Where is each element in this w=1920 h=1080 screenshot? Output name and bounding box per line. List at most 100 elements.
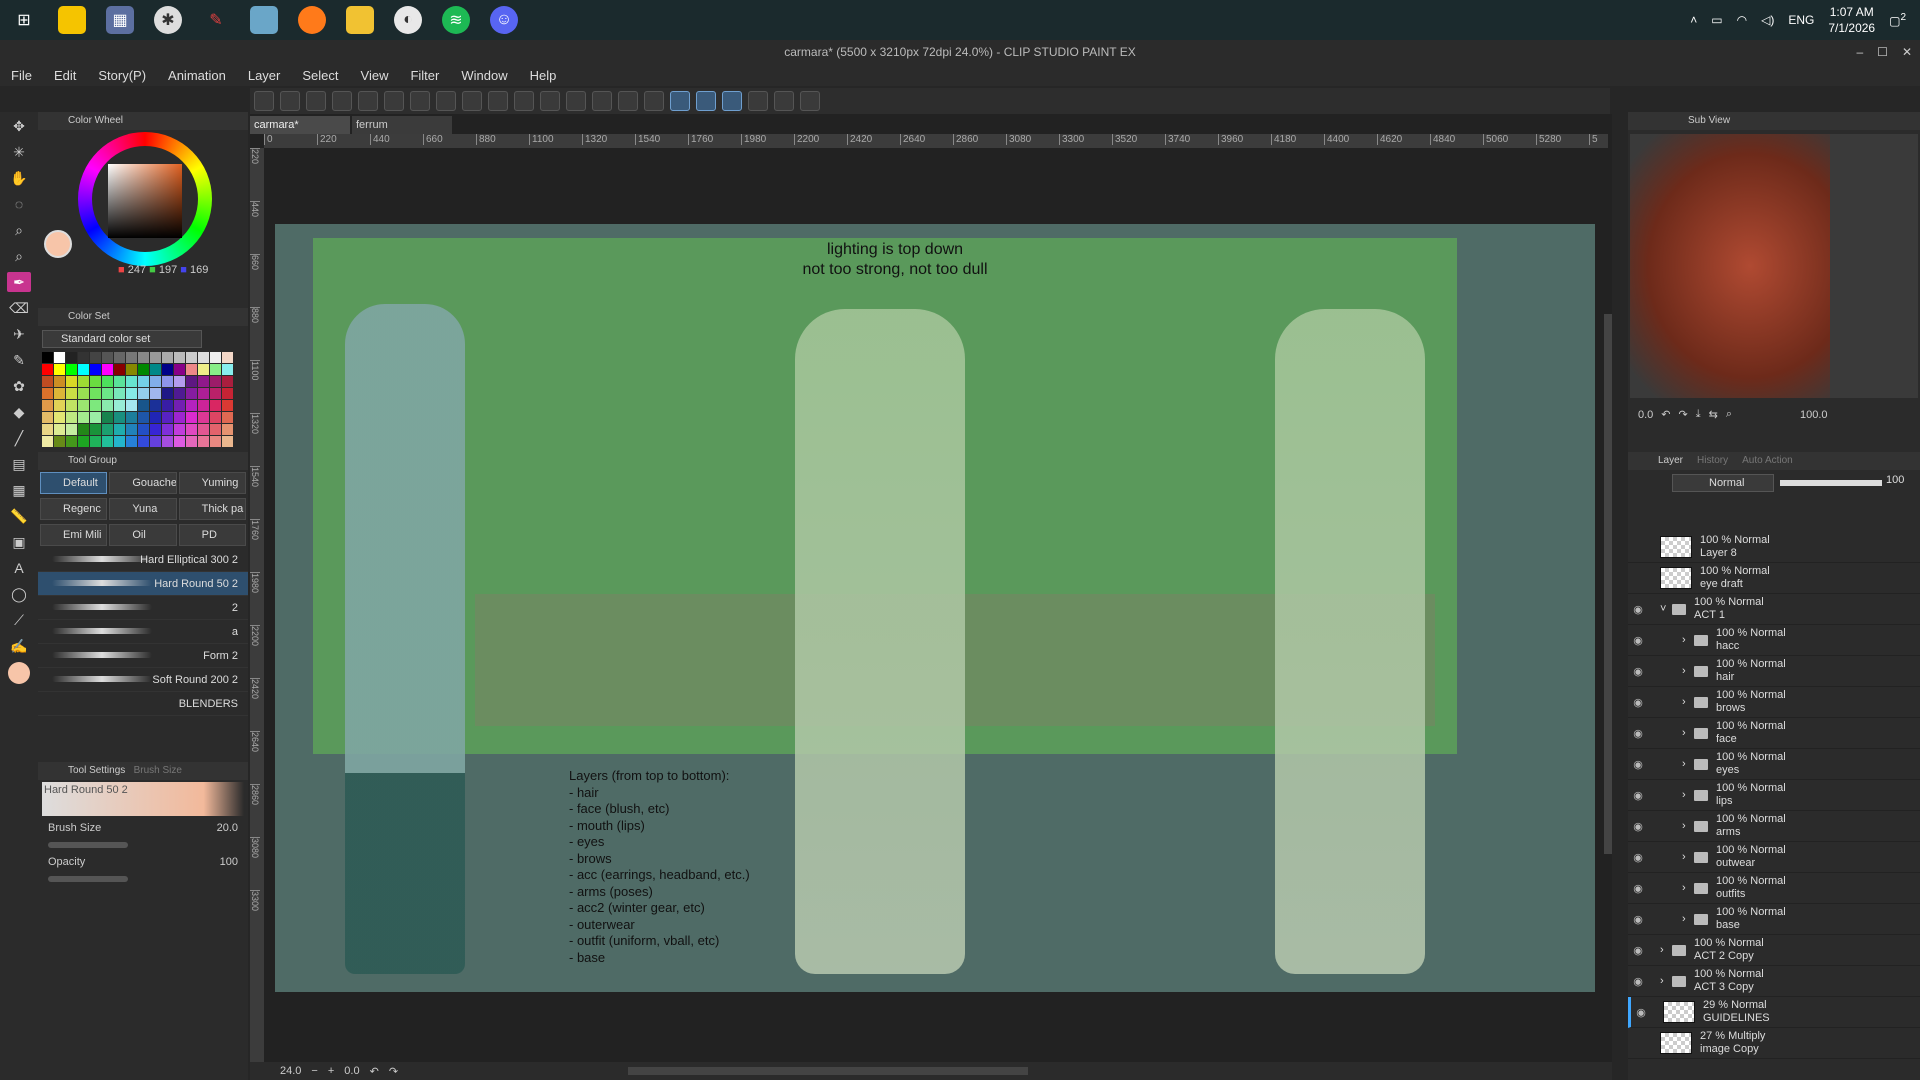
color-swatch[interactable]: [198, 388, 209, 399]
color-swatch[interactable]: [198, 364, 209, 375]
airbrush-icon[interactable]: ✈: [7, 324, 31, 344]
color-swatch[interactable]: [90, 388, 101, 399]
layer-row[interactable]: ◉ › 100 % Normal outwear: [1628, 842, 1920, 873]
color-swatch[interactable]: [66, 412, 77, 423]
decoration-icon[interactable]: ✿: [7, 376, 31, 396]
expand-chevron-icon[interactable]: ›: [1682, 696, 1694, 708]
color-swatch[interactable]: [138, 376, 149, 387]
snap-grid-icon[interactable]: [722, 91, 742, 111]
fill-icon[interactable]: [540, 91, 560, 111]
snap-ruler-icon[interactable]: [670, 91, 690, 111]
eyedropper-icon[interactable]: ⌕: [1726, 408, 1732, 421]
color-swatch[interactable]: [78, 376, 89, 387]
opacity-value[interactable]: 100: [220, 856, 238, 868]
color-swatch[interactable]: [150, 424, 161, 435]
color-swatch[interactable]: [138, 412, 149, 423]
color-swatch[interactable]: [222, 376, 233, 387]
tab-layer[interactable]: Layer: [1658, 452, 1683, 470]
color-swatch[interactable]: [210, 388, 221, 399]
subtool-yuming[interactable]: Yuming: [178, 472, 246, 494]
brush-soft-round[interactable]: Soft Round 200 2: [38, 668, 248, 692]
color-swatch[interactable]: [138, 436, 149, 447]
expand-chevron-icon[interactable]: ›: [1682, 665, 1694, 677]
wifi-icon[interactable]: ◠: [1737, 13, 1747, 27]
color-swatch[interactable]: [102, 352, 113, 363]
ruler-icon[interactable]: 📏: [7, 506, 31, 526]
color-swatch[interactable]: [138, 352, 149, 363]
clock[interactable]: 1:07 AM 7/1/2026: [1828, 4, 1875, 36]
file-explorer-icon[interactable]: [346, 6, 374, 34]
color-swatch[interactable]: [126, 412, 137, 423]
layer-move-icon[interactable]: ▣: [7, 532, 31, 552]
color-swatch[interactable]: [210, 364, 221, 375]
subtool-regenc[interactable]: Regenc: [40, 498, 108, 520]
brush-size-value[interactable]: 20.0: [217, 822, 238, 834]
discord-icon[interactable]: ☺: [490, 6, 518, 34]
move-tool-icon[interactable]: ✥: [7, 116, 31, 136]
blend-icon[interactable]: ✍: [7, 636, 31, 656]
color-swatch[interactable]: [90, 364, 101, 375]
brush-blenders[interactable]: BLENDERS: [38, 692, 248, 716]
expand-chevron-icon[interactable]: ›: [1682, 789, 1694, 801]
copy-icon[interactable]: [410, 91, 430, 111]
color-swatch[interactable]: [186, 412, 197, 423]
gradient-icon[interactable]: ▤: [7, 454, 31, 474]
line-icon[interactable]: ╱: [7, 428, 31, 448]
zoom-in-icon[interactable]: +: [328, 1065, 334, 1077]
color-swatch[interactable]: [90, 412, 101, 423]
color-swatch[interactable]: [174, 424, 185, 435]
color-swatch[interactable]: [198, 376, 209, 387]
subtool-thick-pa[interactable]: Thick pa: [178, 498, 246, 520]
color-swatch[interactable]: [66, 436, 77, 447]
correct-line-icon[interactable]: ⟋: [7, 610, 31, 630]
color-swatch[interactable]: [78, 424, 89, 435]
rotate-left-icon[interactable]: ↶: [370, 1065, 379, 1078]
layer-row[interactable]: ◉ › 100 % Normal hacc: [1628, 625, 1920, 656]
color-swatch[interactable]: [42, 352, 53, 363]
saturation-value-square[interactable]: [108, 164, 182, 238]
color-swatch[interactable]: [102, 376, 113, 387]
layer-row[interactable]: ◉ › 100 % Normal base: [1628, 904, 1920, 935]
color-swatch[interactable]: [66, 364, 77, 375]
eye-icon[interactable]: ◉: [1628, 913, 1648, 926]
color-swatch[interactable]: [54, 436, 65, 447]
color-swatch[interactable]: [114, 352, 125, 363]
color-swatch[interactable]: [186, 400, 197, 411]
color-swatch[interactable]: [54, 352, 65, 363]
color-swatch[interactable]: [42, 400, 53, 411]
eye-icon[interactable]: ◉: [1628, 727, 1648, 740]
menu-edit[interactable]: Edit: [43, 68, 87, 83]
menu-layer[interactable]: Layer: [237, 68, 292, 83]
eye-icon[interactable]: ◉: [1628, 603, 1648, 616]
notification-icon[interactable]: ▢2: [1889, 12, 1906, 28]
color-swatch[interactable]: [138, 424, 149, 435]
color-swatch[interactable]: [174, 400, 185, 411]
opacity-slider[interactable]: [48, 876, 128, 882]
chevron-up-icon[interactable]: ˄: [1690, 13, 1697, 27]
redo-icon[interactable]: [462, 91, 482, 111]
color-swatch[interactable]: [198, 400, 209, 411]
color-swatch[interactable]: [162, 412, 173, 423]
color-swatch[interactable]: [126, 388, 137, 399]
color-swatch[interactable]: [66, 400, 77, 411]
expand-chevron-icon[interactable]: ˅: [1660, 603, 1672, 615]
undo-icon[interactable]: [436, 91, 456, 111]
color-swatch[interactable]: [90, 352, 101, 363]
color-swatch[interactable]: [114, 436, 125, 447]
minimize-icon[interactable]: –: [1856, 40, 1863, 64]
sub-view-image[interactable]: [1630, 134, 1918, 398]
notebook-icon[interactable]: [250, 6, 278, 34]
color-swatch[interactable]: [78, 388, 89, 399]
eye-icon[interactable]: ◉: [1628, 789, 1648, 802]
brush-size-tab[interactable]: Brush Size: [134, 765, 182, 776]
expand-chevron-icon[interactable]: ›: [1682, 758, 1694, 770]
windows-icon[interactable]: ⊞: [10, 6, 38, 34]
color-swatch[interactable]: [210, 376, 221, 387]
pen-tool-icon[interactable]: ✒: [7, 272, 31, 292]
menu-file[interactable]: File: [0, 68, 43, 83]
expand-chevron-icon[interactable]: ›: [1682, 913, 1694, 925]
layer-row[interactable]: ◉ › 100 % Normal face: [1628, 718, 1920, 749]
color-swatch[interactable]: [186, 388, 197, 399]
expand-chevron-icon[interactable]: ›: [1682, 727, 1694, 739]
maximize-icon[interactable]: ☐: [1877, 40, 1888, 64]
